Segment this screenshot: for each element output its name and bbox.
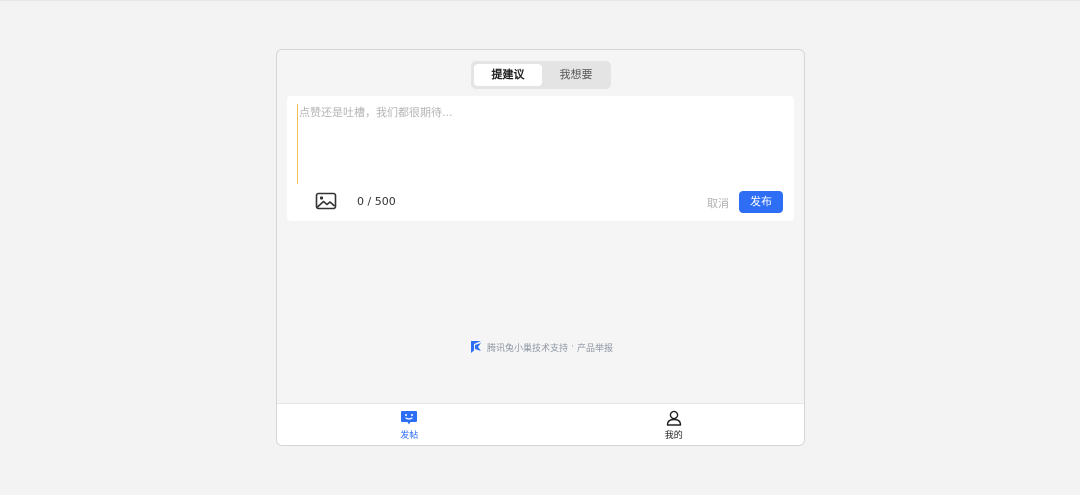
bottom-nav: 发帖 我的	[277, 403, 805, 445]
footer-credit: 腾讯兔小巢技术支持 · 产品举报	[277, 340, 804, 354]
post-editor: 0 / 500 取消 发布	[287, 96, 794, 221]
user-icon	[665, 410, 683, 426]
post-icon	[400, 410, 418, 426]
nav-label-mine: 我的	[664, 431, 683, 441]
feedback-textarea[interactable]	[297, 104, 784, 184]
txc-logo-icon	[470, 340, 482, 354]
tab-wish[interactable]: 我想要	[542, 64, 610, 86]
tab-suggestion[interactable]: 提建议	[474, 64, 542, 86]
top-divider	[0, 0, 1080, 1]
feedback-panel: 提建议 我想要 0 / 500 取消 发布 腾讯兔小巢技术支持 · 产品举报	[276, 49, 805, 446]
character-counter: 0 / 500	[357, 195, 396, 208]
nav-label-post: 发帖	[400, 431, 419, 441]
publish-button[interactable]: 发布	[739, 191, 783, 213]
cancel-button[interactable]: 取消	[707, 195, 729, 211]
image-upload-icon[interactable]	[315, 192, 337, 210]
support-text[interactable]: 腾讯兔小巢技术支持	[487, 341, 568, 354]
nav-item-mine[interactable]: 我的	[542, 404, 805, 445]
report-link[interactable]: 产品举报	[577, 341, 613, 354]
nav-item-post[interactable]: 发帖	[277, 404, 542, 445]
separator-dot: ·	[571, 342, 574, 352]
tab-switcher: 提建议 我想要	[471, 61, 611, 89]
